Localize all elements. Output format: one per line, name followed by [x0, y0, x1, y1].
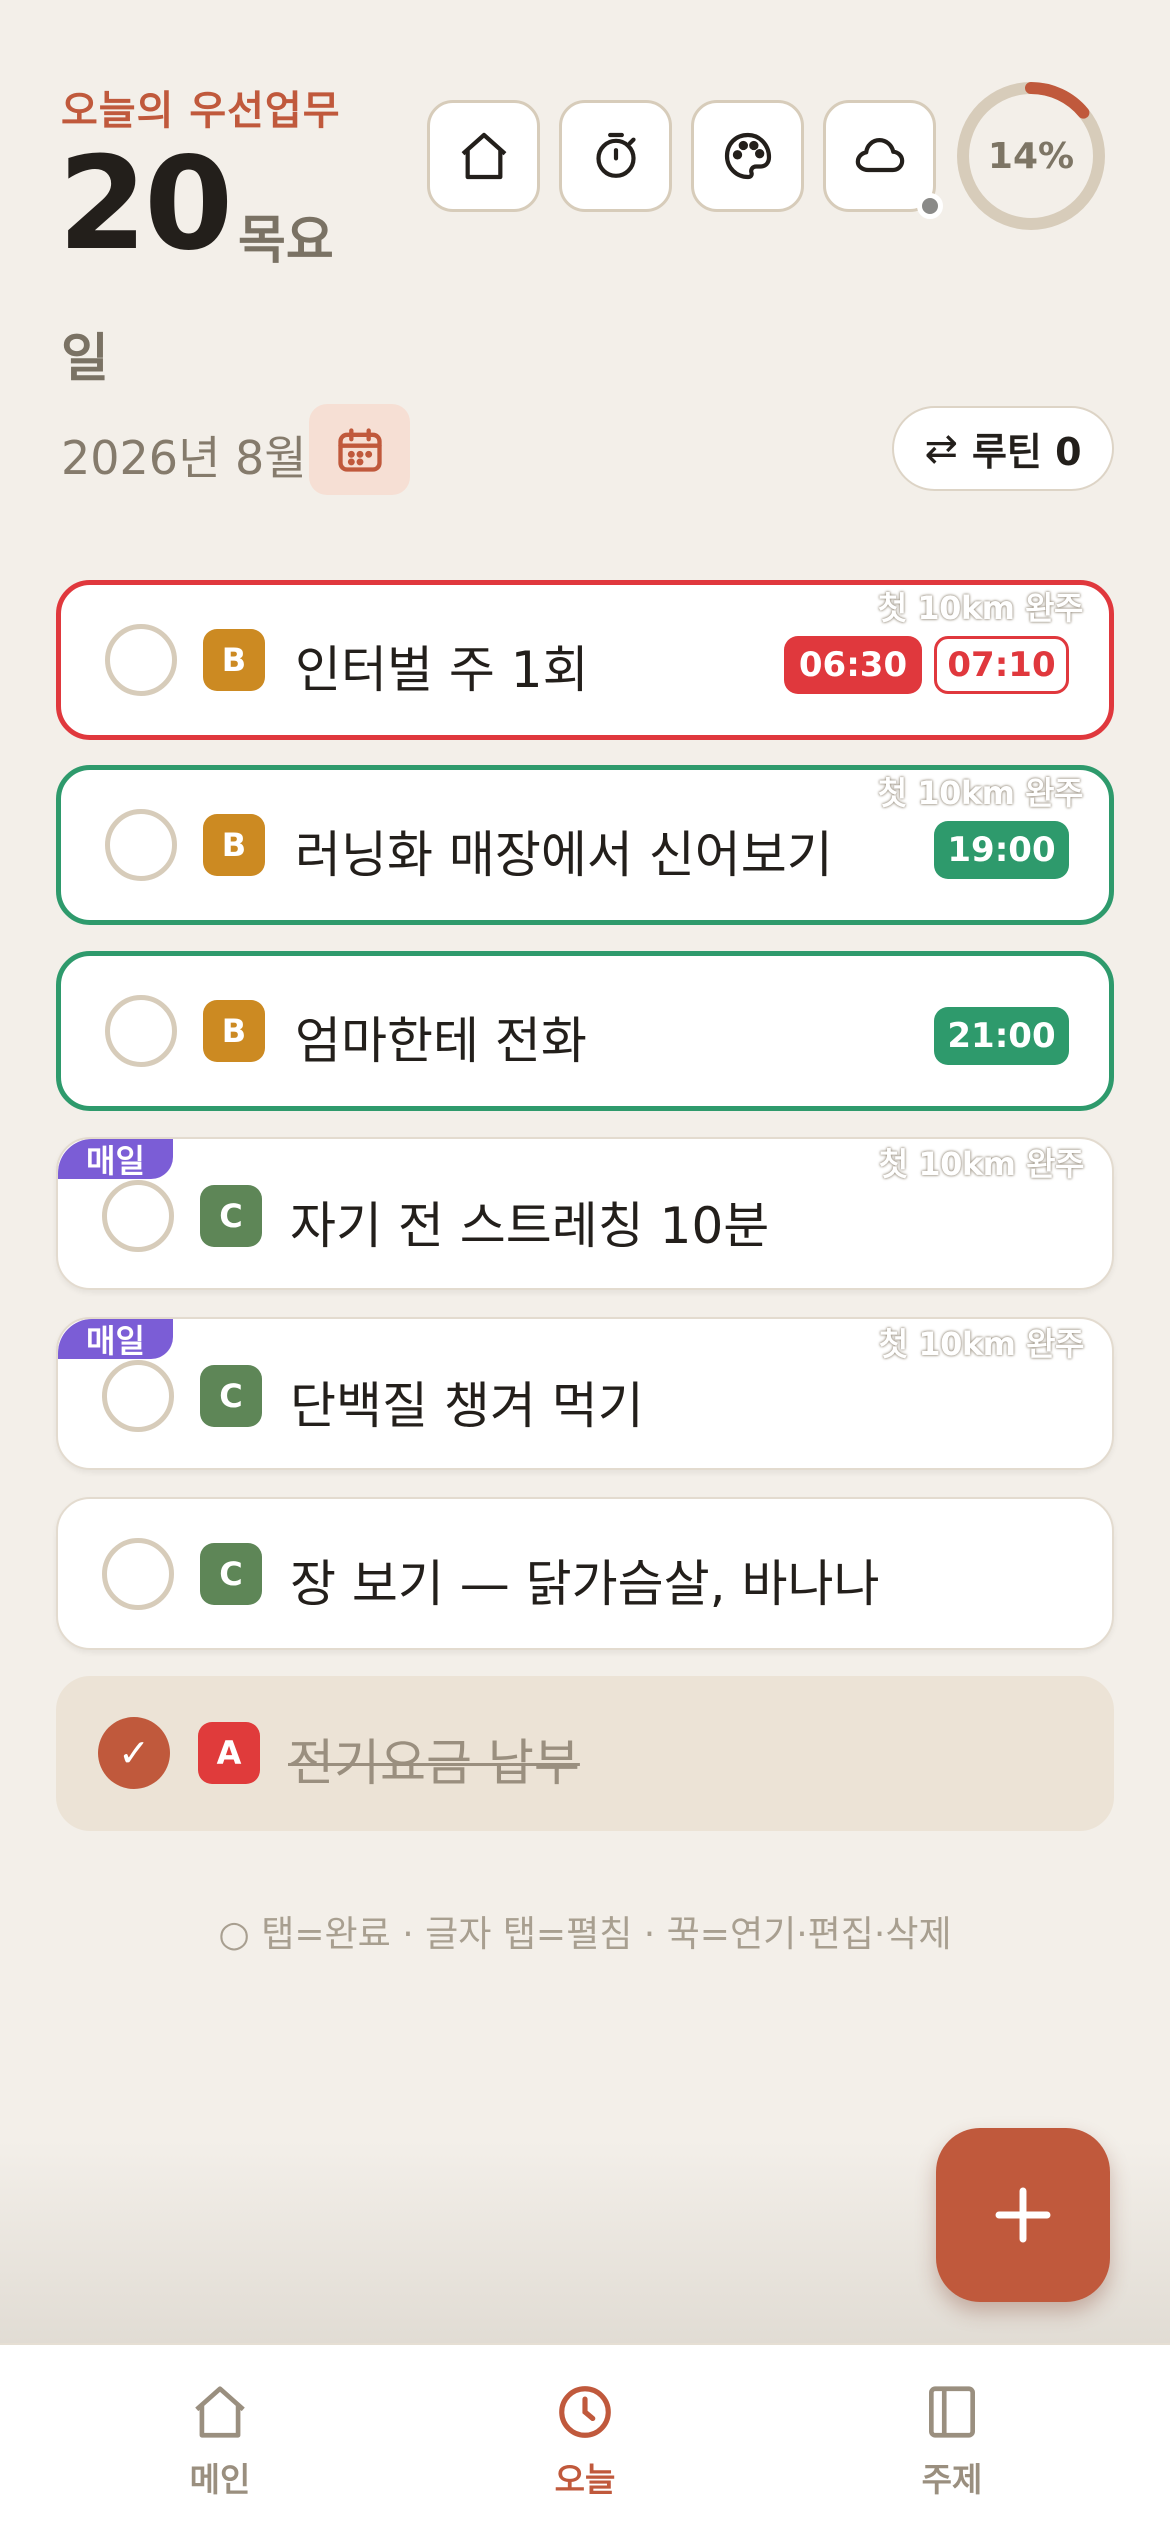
- task-title[interactable]: 장 보기 — 닭가슴살, 바나나: [290, 1544, 879, 1616]
- task-card[interactable]: B 인터벌 주 1회 첫 10km 완주 06:30 07:10: [56, 580, 1114, 740]
- year-month-label: 2026년 8월: [61, 431, 307, 485]
- tab-bar: 메인 오늘 주제: [0, 2343, 1170, 2532]
- task-checkbox[interactable]: [102, 1538, 174, 1610]
- tab-today[interactable]: 오늘: [465, 2345, 705, 2532]
- grade-badge: B: [203, 1000, 265, 1062]
- weekday-label: 목요: [238, 211, 334, 271]
- calendar-icon: [337, 427, 382, 472]
- goal-tag: 첫 10km 완주: [878, 1145, 1085, 1183]
- add-task-button[interactable]: [936, 2128, 1110, 2302]
- calendar-button[interactable]: [309, 404, 410, 495]
- grade-badge: C: [200, 1543, 262, 1605]
- palette-button[interactable]: [691, 100, 804, 212]
- start-time[interactable]: 21:00: [934, 1007, 1069, 1065]
- task-title[interactable]: 인터벌 주 1회: [295, 630, 589, 702]
- tab-label: 메인: [189, 2460, 251, 2499]
- task-title[interactable]: 전기요금 납부: [288, 1723, 580, 1795]
- home-button[interactable]: [427, 100, 540, 212]
- start-time[interactable]: 19:00: [934, 821, 1069, 879]
- task-checkbox[interactable]: [102, 1360, 174, 1432]
- end-time[interactable]: 07:10: [934, 636, 1069, 694]
- start-time[interactable]: 06:30: [784, 636, 922, 694]
- timer-icon: [595, 132, 636, 178]
- goal-tag: 첫 10km 완주: [877, 589, 1084, 627]
- cloud-sync-button[interactable]: [823, 100, 936, 212]
- grade-badge: A: [198, 1722, 260, 1784]
- routine-label: 루틴 0: [971, 430, 1082, 474]
- task-checkbox[interactable]: [102, 1180, 174, 1252]
- tab-topics[interactable]: 주제: [832, 2345, 1072, 2532]
- task-title[interactable]: 단백질 챙겨 먹기: [290, 1366, 644, 1438]
- task-checkbox[interactable]: [105, 624, 177, 696]
- palette-icon: [724, 132, 771, 180]
- task-title[interactable]: 엄마한테 전화: [295, 1001, 587, 1073]
- priority-label: 오늘의 우선업무: [61, 88, 341, 134]
- tab-label: 오늘: [554, 2460, 616, 2499]
- plus-icon: [995, 2187, 1051, 2243]
- task-card[interactable]: 매일 첫 10km 완주 C 단백질 챙겨 먹기: [56, 1317, 1114, 1470]
- swap-icon: ⇄: [924, 425, 958, 472]
- task-title[interactable]: 자기 전 스트레칭 10분: [290, 1186, 769, 1258]
- grade-badge: B: [203, 814, 265, 876]
- goal-tag: 첫 10km 완주: [877, 774, 1084, 812]
- grade-badge: B: [203, 629, 265, 691]
- task-card-done[interactable]: ✓ A 전기요금 납부: [56, 1676, 1114, 1831]
- tab-label: 주제: [921, 2460, 983, 2499]
- goal-tag: 첫 10km 완주: [878, 1325, 1085, 1363]
- task-card[interactable]: B 엄마한테 전화 21:00: [56, 951, 1114, 1111]
- task-card[interactable]: 매일 첫 10km 완주 C 자기 전 스트레칭 10분: [56, 1137, 1114, 1290]
- grade-badge: C: [200, 1185, 262, 1247]
- timer-button[interactable]: [559, 100, 672, 212]
- task-checkbox[interactable]: [105, 995, 177, 1067]
- sync-status-dot: [917, 193, 943, 219]
- usage-hint: ○ 탭=완료 · 글자 탭=펼침 · 꾹=연기·편집·삭제: [218, 1914, 952, 1955]
- day-number: 20: [58, 130, 233, 279]
- tab-main[interactable]: 메인: [100, 2345, 340, 2532]
- home-icon: [461, 132, 506, 180]
- weekday-label-cont: 일: [61, 329, 109, 389]
- book-icon: [929, 2386, 975, 2438]
- clock-icon: [559, 2386, 611, 2438]
- task-title[interactable]: 러닝화 매장에서 신어보기: [295, 815, 833, 887]
- task-checkbox[interactable]: [105, 809, 177, 881]
- repeat-tag: 매일: [58, 1319, 173, 1360]
- progress-percent: 14%: [987, 135, 1075, 177]
- repeat-tag: 매일: [58, 1139, 173, 1180]
- cloud-icon: [855, 138, 904, 173]
- task-card[interactable]: B 러닝화 매장에서 신어보기 첫 10km 완주 19:00: [56, 765, 1114, 925]
- grade-badge: C: [200, 1365, 262, 1427]
- home-icon: [195, 2386, 245, 2438]
- routine-button[interactable]: ⇄ 루틴 0: [892, 406, 1114, 491]
- task-card[interactable]: C 장 보기 — 닭가슴살, 바나나: [56, 1497, 1114, 1650]
- task-checkbox-checked[interactable]: ✓: [98, 1717, 170, 1789]
